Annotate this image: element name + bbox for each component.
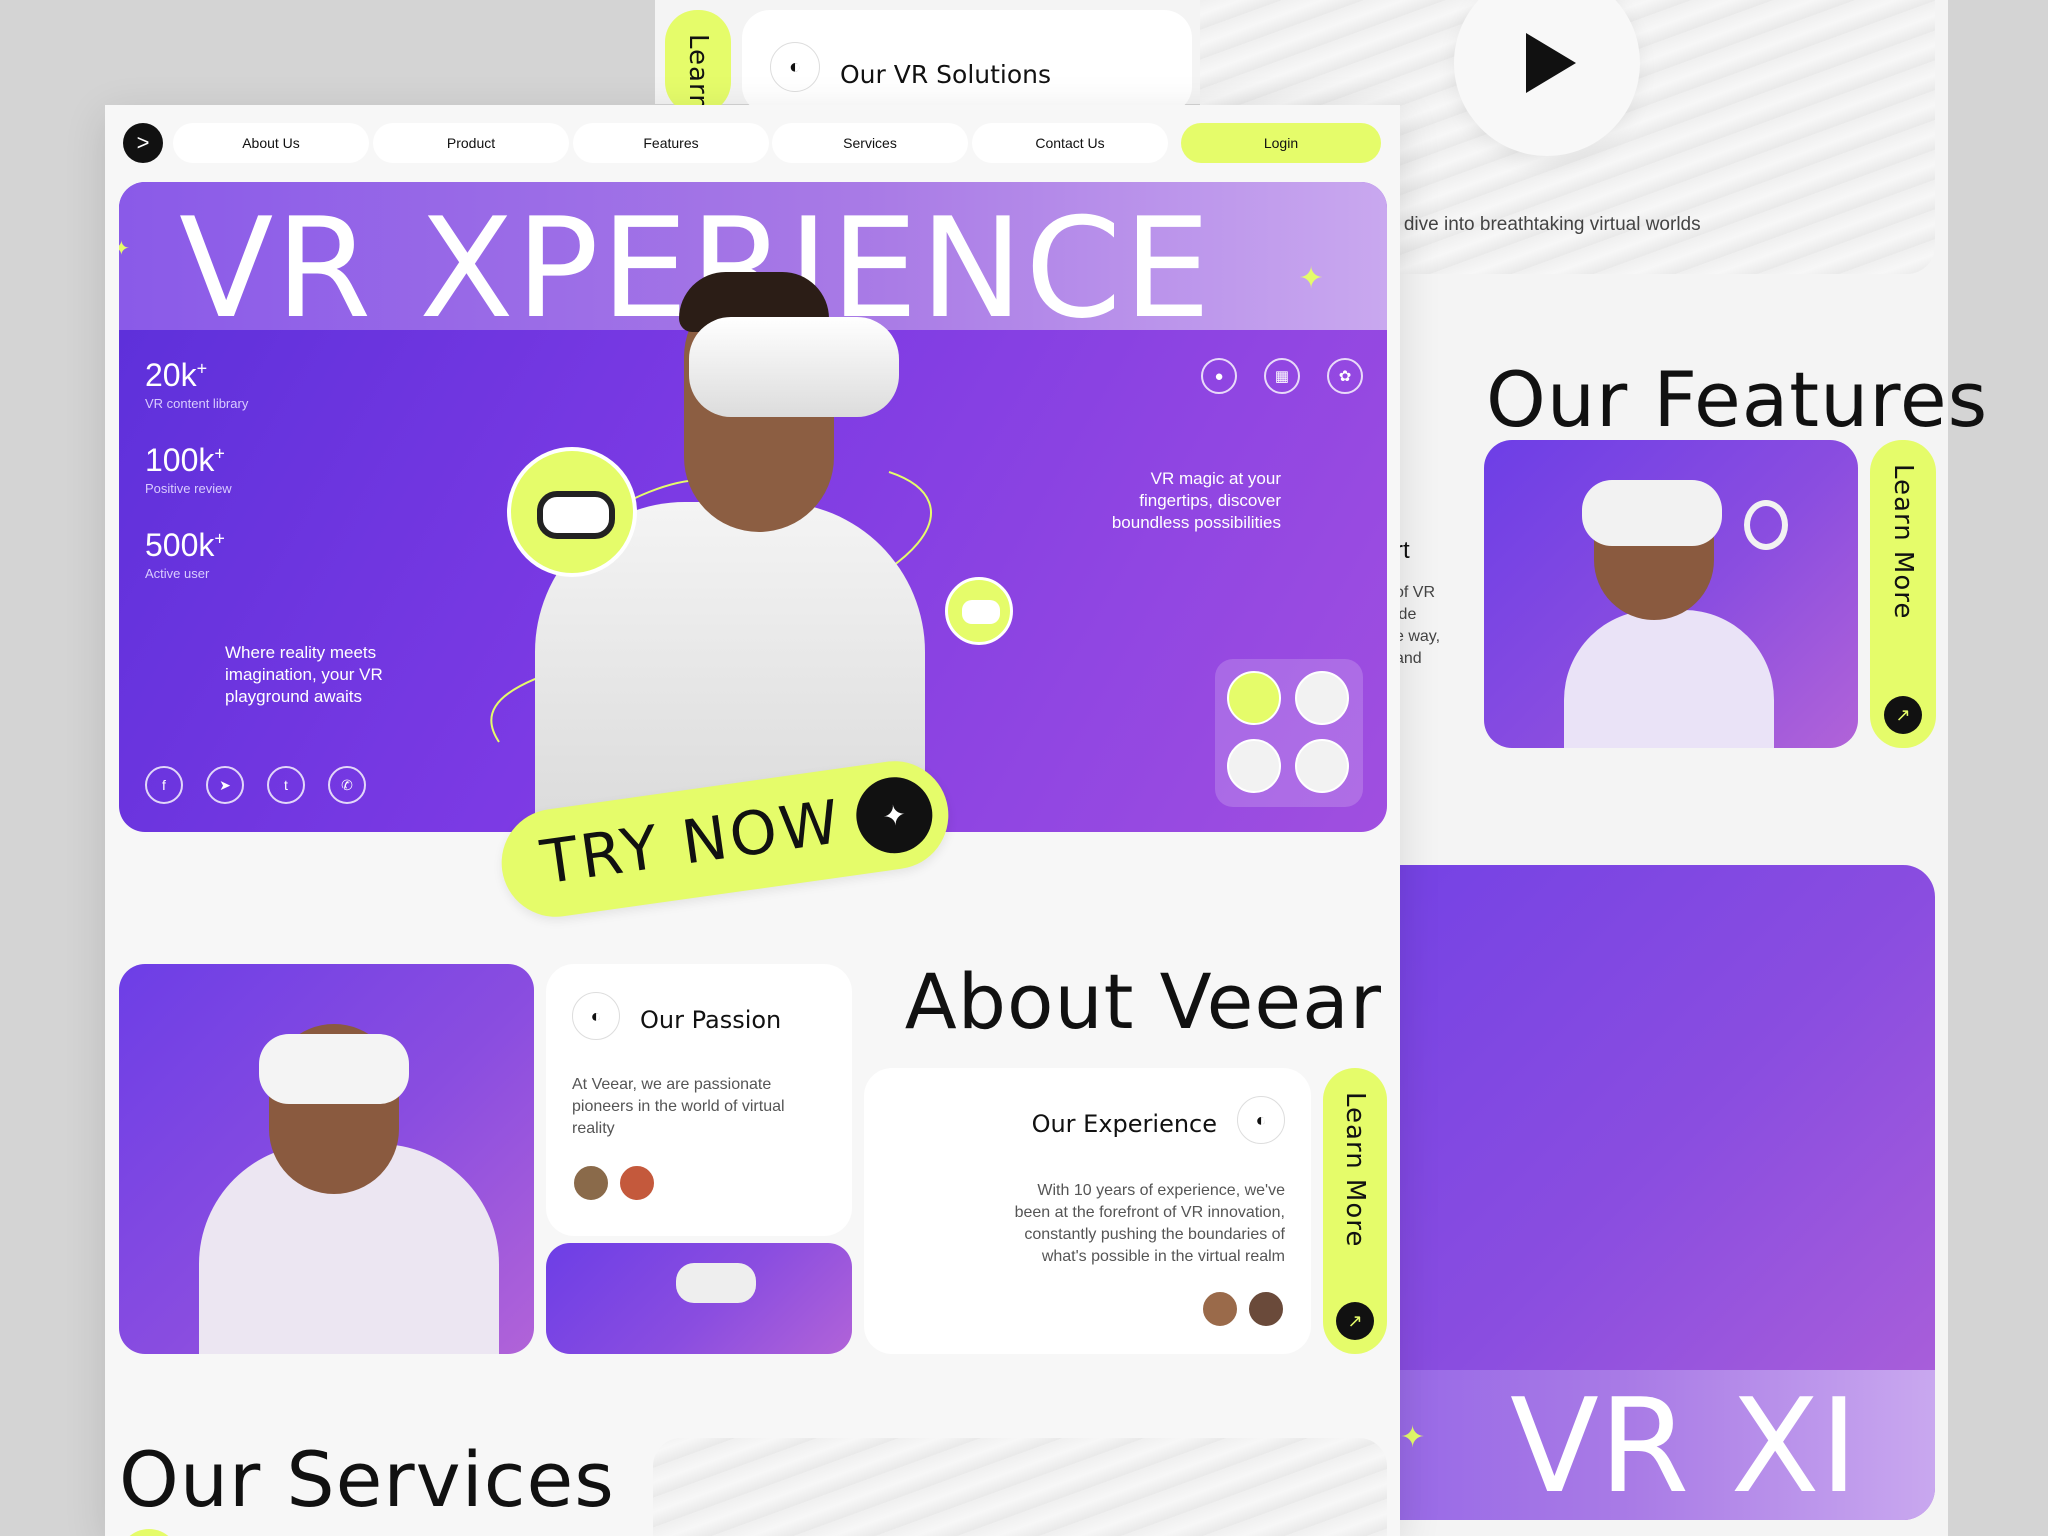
passion-text: At Veear, we are passionate pioneers in … <box>572 1076 785 1137</box>
gallery-thumb[interactable] <box>1295 739 1349 793</box>
nav-features[interactable]: Features <box>573 123 769 163</box>
twitter-icon[interactable]: t <box>267 766 305 804</box>
vr-headset <box>676 1263 756 1303</box>
gallery-thumb[interactable] <box>1227 671 1281 725</box>
passion-image <box>546 1243 852 1354</box>
nav-contact-us[interactable]: Contact Us <box>972 123 1168 163</box>
apple-icon[interactable]: ● <box>1201 358 1237 394</box>
features-image <box>1484 440 1858 748</box>
huawei-icon[interactable]: ✿ <box>1327 358 1363 394</box>
services-pill[interactable] <box>119 1529 179 1536</box>
front-page: > About Us Product Features Services Con… <box>105 105 1400 1536</box>
nav-services[interactable]: Services <box>772 123 968 163</box>
try-now-label: TRY NOW <box>536 786 847 899</box>
stat-content-library: 20k+ VR content library <box>145 357 249 411</box>
controller <box>1744 500 1788 550</box>
vr-headset-icon: ◐ <box>572 992 620 1040</box>
solutions-card: ◐ Our VR Solutions <box>742 10 1192 114</box>
avatar <box>1201 1290 1239 1328</box>
sparkle-icon: ✦ <box>1298 260 1326 296</box>
arrow-icon: ↗ <box>1884 696 1922 734</box>
hero-tagline-right: VR magic at your fingertips, discover bo… <box>1111 469 1281 532</box>
back-page-top: Learn ◐ Our VR Solutions <box>655 0 1200 114</box>
solutions-learn-pill[interactable]: Learn <box>665 10 731 114</box>
vr-headset <box>1582 480 1722 546</box>
services-banner <box>653 1438 1387 1536</box>
features-partial-text: rt of VR ide e way, and <box>1395 537 1441 668</box>
play-icon <box>1526 33 1576 93</box>
headset-gallery <box>1215 659 1363 807</box>
avatar <box>618 1164 656 1202</box>
features-title: Our Features <box>1486 355 1989 444</box>
facebook-icon[interactable]: f <box>145 766 183 804</box>
vr-headset <box>689 317 899 417</box>
about-learn-more[interactable]: Learn More ↗ <box>1323 1068 1387 1354</box>
services-title: Our Services <box>119 1435 615 1524</box>
nav-product[interactable]: Product <box>373 123 569 163</box>
headset-thumb <box>537 491 615 539</box>
passion-card: ◐ Our Passion At Veear, we are passionat… <box>546 964 852 1236</box>
vr-headset-icon: ◐ <box>770 42 820 92</box>
vr-headset-icon: ◐ <box>1237 1096 1285 1144</box>
headset-thumb <box>962 600 1000 624</box>
avatar <box>1247 1290 1285 1328</box>
gallery-thumb[interactable] <box>1227 739 1281 793</box>
hero-tagline-left: Where reality meets imagination, your VR… <box>225 643 383 706</box>
windows-icon[interactable]: ▦ <box>1264 358 1300 394</box>
sparkle-icon-left: ✦ <box>119 238 130 260</box>
nav-about-us[interactable]: About Us <box>173 123 369 163</box>
telegram-icon[interactable]: ➤ <box>206 766 244 804</box>
sparkle-icon: ✦ <box>1400 1421 1426 1454</box>
stat-active-user: 500k+ Active user <box>145 527 225 581</box>
features-learn-more[interactable]: Learn More ↗ <box>1870 440 1936 748</box>
solutions-title: Our VR Solutions <box>840 60 1052 89</box>
about-title: About Veear <box>904 957 1382 1046</box>
vr-headset <box>259 1034 409 1104</box>
experience-card: ◐ Our Experience With 10 years of experi… <box>864 1068 1311 1354</box>
logo-button[interactable]: > <box>123 123 163 163</box>
experience-text: With 10 years of experience, we've been … <box>1014 1182 1285 1265</box>
about-image <box>119 964 534 1354</box>
gallery-thumb[interactable] <box>1295 671 1349 725</box>
avatar <box>572 1164 610 1202</box>
login-button[interactable]: Login <box>1181 123 1381 163</box>
arrow-icon: ↗ <box>1336 1302 1374 1340</box>
headset-bubble-large <box>507 447 637 577</box>
whatsapp-icon[interactable]: ✆ <box>328 766 366 804</box>
person-figure <box>1564 610 1774 748</box>
dive-text: e dive into breathtaking virtual worlds <box>1388 214 1701 235</box>
stat-positive-review: 100k+ Positive review <box>145 442 232 496</box>
sparkle-icon: ✦ <box>851 772 938 859</box>
headset-bubble-small <box>945 577 1013 645</box>
passion-title: Our Passion <box>640 1006 782 1034</box>
experience-title: Our Experience <box>1031 1110 1217 1138</box>
band-vr-text: VR XI <box>1510 1370 1858 1520</box>
hero-banner: VR XPERIENCE ✦ VR ✦ 20k+ VR content libr… <box>119 182 1387 832</box>
